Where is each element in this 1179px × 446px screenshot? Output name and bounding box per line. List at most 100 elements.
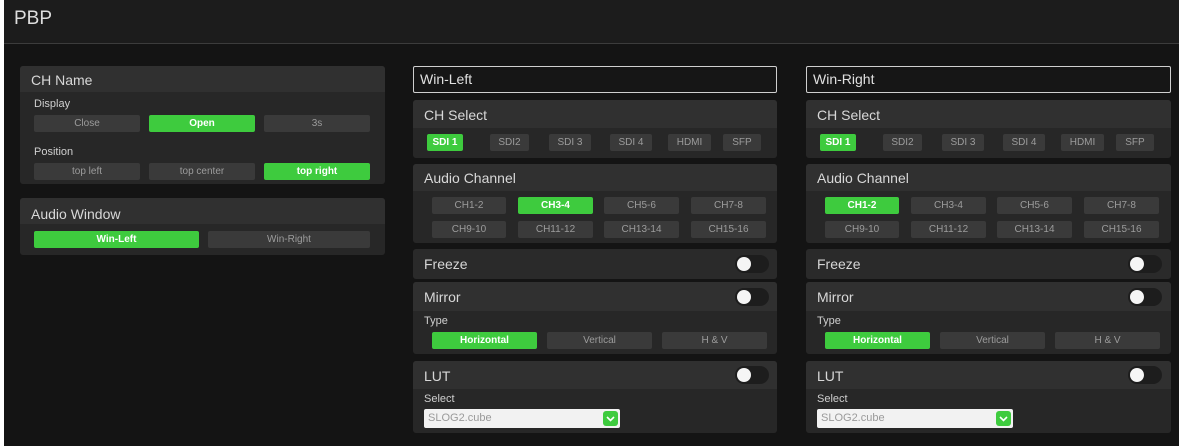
win-right-ch-hdmi-button[interactable]: HDMI bbox=[1061, 134, 1104, 151]
toggle-knob bbox=[1130, 257, 1144, 271]
display-close-button[interactable]: Close bbox=[34, 115, 140, 132]
win-right-lut-toggle[interactable] bbox=[1128, 366, 1162, 384]
win-right-lut-panel: LUT Select SLOG2.cube bbox=[806, 361, 1171, 433]
win-right-ch-select-label: CH Select bbox=[817, 107, 881, 123]
win-left-ch-sdi3-button[interactable]: SDI 3 bbox=[549, 134, 591, 151]
display-open-button[interactable]: Open bbox=[149, 115, 255, 132]
win-right-ch-sdi2-button[interactable]: SDI2 bbox=[883, 134, 922, 151]
win-right-freeze-label: Freeze bbox=[817, 256, 861, 272]
win-left-ch-select-panel: CH Select SDI 1 SDI2 SDI 3 SDI 4 HDMI SF… bbox=[413, 100, 777, 158]
win-right-lut-header bbox=[806, 361, 1171, 389]
win-right-audio-ch9-10-button[interactable]: CH9-10 bbox=[825, 221, 899, 238]
win-left-audio-channel-panel: Audio Channel CH1-2 CH3-4 CH5-6 CH7-8 CH… bbox=[413, 164, 777, 243]
position-top-left-button[interactable]: top left bbox=[34, 163, 140, 180]
win-right-audio-ch15-16-button[interactable]: CH15-16 bbox=[1084, 221, 1159, 238]
win-right-mirror-panel: Mirror Type Horizontal Vertical H & V bbox=[806, 282, 1171, 354]
display-3s-button[interactable]: 3s bbox=[264, 115, 370, 132]
win-left-mirror-label: Mirror bbox=[424, 289, 461, 305]
ch-name-title: CH Name bbox=[31, 72, 93, 88]
win-right-audio-channel-label: Audio Channel bbox=[817, 170, 909, 186]
win-right-audio-channel-panel: Audio Channel CH1-2 CH3-4 CH5-6 CH7-8 CH… bbox=[806, 164, 1171, 243]
win-right-mirror-header bbox=[806, 282, 1171, 311]
win-right-audio-ch13-14-button[interactable]: CH13-14 bbox=[997, 221, 1072, 238]
toggle-knob bbox=[1130, 368, 1144, 382]
audio-window-right-button[interactable]: Win-Right bbox=[208, 231, 370, 248]
win-right-mirror-toggle[interactable] bbox=[1128, 288, 1162, 306]
win-left-lut-select-label: Select bbox=[424, 393, 455, 405]
win-right-ch-sdi1-button[interactable]: SDI 1 bbox=[820, 134, 856, 151]
audio-window-title: Audio Window bbox=[31, 206, 121, 222]
win-right-lut-select-value: SLOG2.cube bbox=[821, 412, 885, 424]
win-right-lut-label: LUT bbox=[817, 368, 844, 384]
chevron-down-icon bbox=[603, 411, 618, 426]
win-right-lut-select-label: Select bbox=[817, 393, 848, 405]
win-left-name-field[interactable]: Win-Left bbox=[413, 66, 777, 93]
win-left-freeze-label: Freeze bbox=[424, 256, 468, 272]
win-left-audio-ch3-4-button[interactable]: CH3-4 bbox=[518, 197, 593, 214]
win-right-type-hv-button[interactable]: H & V bbox=[1055, 332, 1160, 349]
audio-window-left-button[interactable]: Win-Left bbox=[34, 231, 199, 248]
win-right-type-horizontal-button[interactable]: Horizontal bbox=[825, 332, 930, 349]
audio-window-panel: Audio Window Win-Left Win-Right bbox=[20, 198, 385, 255]
win-left-lut-toggle[interactable] bbox=[735, 366, 769, 384]
position-top-right-button[interactable]: top right bbox=[264, 163, 370, 180]
win-right-ch-sdi4-button[interactable]: SDI 4 bbox=[1003, 134, 1045, 151]
win-right-freeze-row: Freeze bbox=[806, 249, 1171, 279]
win-right-type-vertical-button[interactable]: Vertical bbox=[940, 332, 1045, 349]
win-right-ch-sdi3-button[interactable]: SDI 3 bbox=[942, 134, 984, 151]
toggle-knob bbox=[737, 368, 751, 382]
win-right-audio-ch1-2-button[interactable]: CH1-2 bbox=[825, 197, 899, 214]
toggle-knob bbox=[1130, 290, 1144, 304]
win-right-audio-ch3-4-button[interactable]: CH3-4 bbox=[911, 197, 986, 214]
win-left-mirror-panel: Mirror Type Horizontal Vertical H & V bbox=[413, 282, 777, 354]
win-left-audio-channel-label: Audio Channel bbox=[424, 170, 516, 186]
win-left-type-vertical-button[interactable]: Vertical bbox=[547, 332, 652, 349]
win-left-freeze-toggle[interactable] bbox=[735, 255, 769, 273]
app-title: PBP bbox=[14, 8, 53, 29]
win-left-ch-hdmi-button[interactable]: HDMI bbox=[668, 134, 711, 151]
win-left-audio-ch5-6-button[interactable]: CH5-6 bbox=[604, 197, 679, 214]
win-right-ch-sfp-button[interactable]: SFP bbox=[1116, 134, 1154, 151]
win-left-title: Win-Left bbox=[420, 71, 473, 87]
win-left-audio-ch1-2-button[interactable]: CH1-2 bbox=[432, 197, 506, 214]
position-top-center-button[interactable]: top center bbox=[149, 163, 255, 180]
win-left-ch-sdi4-button[interactable]: SDI 4 bbox=[610, 134, 652, 151]
win-left-ch-sdi2-button[interactable]: SDI2 bbox=[490, 134, 529, 151]
chevron-down-icon bbox=[996, 411, 1011, 426]
win-left-ch-sdi1-button[interactable]: SDI 1 bbox=[427, 134, 463, 151]
win-right-audio-ch11-12-button[interactable]: CH11-12 bbox=[911, 221, 986, 238]
position-label: Position bbox=[34, 146, 74, 158]
win-left-type-hv-button[interactable]: H & V bbox=[662, 332, 767, 349]
win-left-ch-sfp-button[interactable]: SFP bbox=[723, 134, 761, 151]
win-left-lut-panel: LUT Select SLOG2.cube bbox=[413, 361, 777, 433]
win-left-freeze-row: Freeze bbox=[413, 249, 777, 279]
win-right-freeze-toggle[interactable] bbox=[1128, 255, 1162, 273]
win-left-mirror-toggle[interactable] bbox=[735, 288, 769, 306]
win-right-ch-select-panel: CH Select SDI 1 SDI2 SDI 3 SDI 4 HDMI SF… bbox=[806, 100, 1171, 158]
win-right-name-field[interactable]: Win-Right bbox=[806, 66, 1171, 93]
win-left-lut-select[interactable]: SLOG2.cube bbox=[424, 409, 620, 428]
title-bar: PBP bbox=[4, 0, 1179, 44]
display-label: Display bbox=[34, 98, 71, 110]
win-left-audio-ch13-14-button[interactable]: CH13-14 bbox=[604, 221, 679, 238]
win-left-audio-ch15-16-button[interactable]: CH15-16 bbox=[691, 221, 766, 238]
win-left-audio-ch11-12-button[interactable]: CH11-12 bbox=[518, 221, 593, 238]
win-left-mirror-header bbox=[413, 282, 777, 311]
win-right-mirror-label: Mirror bbox=[817, 289, 854, 305]
win-left-audio-ch7-8-button[interactable]: CH7-8 bbox=[691, 197, 766, 214]
win-right-audio-ch7-8-button[interactable]: CH7-8 bbox=[1084, 197, 1159, 214]
win-right-type-label: Type bbox=[817, 315, 841, 327]
win-right-lut-select[interactable]: SLOG2.cube bbox=[817, 409, 1013, 428]
win-left-type-label: Type bbox=[424, 315, 448, 327]
ch-name-panel: CH Name Display Close Open 3s Position t… bbox=[20, 66, 385, 184]
win-left-lut-label: LUT bbox=[424, 368, 451, 384]
win-left-type-horizontal-button[interactable]: Horizontal bbox=[432, 332, 537, 349]
win-right-audio-ch5-6-button[interactable]: CH5-6 bbox=[997, 197, 1072, 214]
win-left-audio-ch9-10-button[interactable]: CH9-10 bbox=[432, 221, 506, 238]
app-window: PBP CH Name Display Close Open 3s Positi… bbox=[4, 0, 1179, 446]
toggle-knob bbox=[737, 290, 751, 304]
toggle-knob bbox=[737, 257, 751, 271]
win-left-lut-header bbox=[413, 361, 777, 389]
win-left-ch-select-label: CH Select bbox=[424, 107, 488, 123]
win-left-lut-select-value: SLOG2.cube bbox=[428, 412, 492, 424]
